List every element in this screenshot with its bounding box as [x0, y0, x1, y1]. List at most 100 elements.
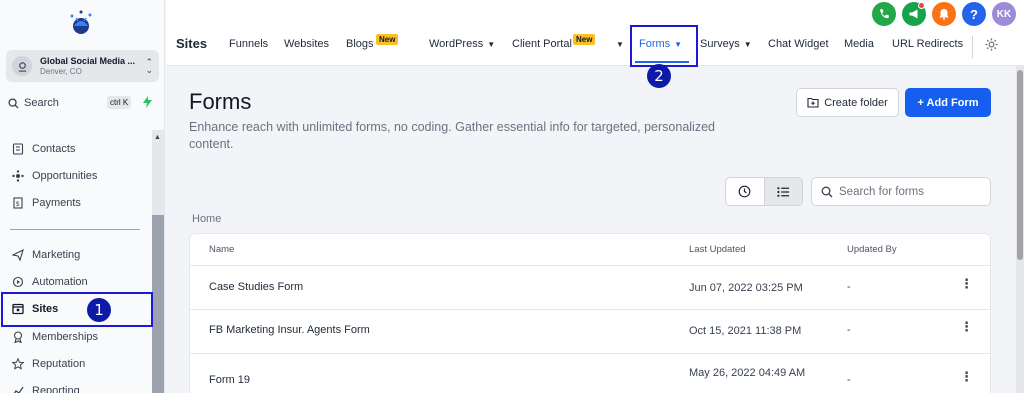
sidebar-item-label: Marketing: [32, 249, 81, 261]
search-label: Search: [24, 97, 59, 109]
sidebar-item-label: Automation: [32, 276, 88, 288]
form-name[interactable]: FB Marketing Insur. Agents Form: [209, 324, 370, 336]
tab-websites[interactable]: Websites: [284, 38, 329, 50]
tab-surveys[interactable]: Surveys ▼: [700, 38, 752, 50]
chevron-down-icon: ▼: [743, 40, 752, 49]
form-name[interactable]: Form 19: [209, 374, 250, 386]
form-last-updated: Oct 15, 2021 11:38 PM: [689, 325, 802, 337]
more-vertical-icon[interactable]: ⋮: [960, 369, 973, 385]
sidebar-item-label: Payments: [32, 197, 81, 209]
create-folder-label: Create folder: [824, 96, 888, 109]
phone-icon[interactable]: [872, 2, 896, 26]
search-forms-input[interactable]: [839, 185, 979, 198]
notification-dot: [918, 2, 925, 9]
form-last-updated: May 26, 2022 04:49 AM: [689, 367, 806, 379]
step-marker-2: 2: [647, 64, 671, 88]
sidebar-item-reporting[interactable]: Reporting: [12, 382, 80, 393]
more-vertical-icon[interactable]: ⋮: [960, 319, 973, 335]
column-header-name[interactable]: Name: [209, 244, 234, 255]
sidebar-scroll-thumb[interactable]: [152, 215, 164, 393]
sidebar-item-opportunities[interactable]: Opportunities: [12, 167, 97, 185]
opportunities-icon: [12, 170, 24, 182]
payments-icon: $: [13, 197, 23, 209]
recent-view-button[interactable]: [726, 178, 764, 205]
memberships-icon: [13, 331, 23, 343]
new-badge: New: [376, 34, 399, 45]
chevron-down-icon[interactable]: ▼: [612, 38, 624, 50]
page-scrollbar[interactable]: [1016, 66, 1024, 393]
account-switcher[interactable]: Global Social Media ... Denver, CO ⌃ ⌄: [6, 50, 159, 82]
table-row[interactable]: Case Studies Form Jun 07, 2022 03:25 PM …: [190, 266, 990, 310]
new-badge: New: [573, 34, 596, 45]
list-view-button[interactable]: [763, 178, 802, 205]
page-title: Forms: [189, 89, 252, 114]
user-avatar[interactable]: KK: [992, 2, 1016, 26]
forms-highlight-box: [630, 25, 698, 67]
table-row[interactable]: Form 19 May 26, 2022 04:49 AM - ⋮: [190, 354, 990, 393]
sidebar-item-label: Reporting: [32, 385, 80, 393]
search-icon: [821, 186, 833, 197]
tab-label: WordPress: [429, 38, 484, 50]
sidebar-item-reputation[interactable]: Reputation: [12, 355, 85, 373]
reporting-icon: [13, 386, 24, 393]
bolt-icon[interactable]: [143, 96, 152, 108]
sidebar: Global Social Media ... Denver, CO ⌃ ⌄ Se…: [0, 0, 165, 393]
sidebar-item-automation[interactable]: Automation: [12, 273, 88, 291]
tab-chat-widget[interactable]: Chat Widget: [768, 38, 829, 50]
bell-icon[interactable]: [932, 2, 956, 26]
sidebar-item-memberships[interactable]: Memberships: [12, 328, 98, 346]
tab-wordpress[interactable]: WordPress ▼: [429, 38, 495, 50]
chevron-down-icon: ▼: [487, 40, 496, 49]
view-toggle: [725, 177, 803, 206]
forms-search[interactable]: [811, 177, 991, 206]
scroll-up-icon[interactable]: ▲: [154, 134, 161, 141]
clock-icon: [738, 185, 751, 198]
megaphone-icon[interactable]: [902, 2, 926, 26]
table-row[interactable]: FB Marketing Insur. Agents Form Oct 15, …: [190, 310, 990, 354]
form-last-updated: Jun 07, 2022 03:25 PM: [689, 282, 803, 294]
sidebar-item-label: Reputation: [32, 358, 86, 370]
sites-highlight-box: [1, 292, 153, 327]
gear-icon[interactable]: [984, 37, 999, 52]
svg-text:$: $: [16, 202, 20, 208]
folder-plus-icon: [807, 97, 819, 108]
list-icon: [777, 186, 789, 197]
contacts-icon: [12, 143, 24, 155]
account-location: Denver, CO: [40, 66, 82, 76]
search-icon: [8, 97, 19, 109]
form-updated-by: -: [847, 281, 851, 293]
tab-funnels[interactable]: Funnels: [229, 38, 268, 50]
company-logo[interactable]: [66, 8, 96, 38]
sidebar-item-label: Opportunities: [32, 170, 98, 182]
tab-media[interactable]: Media: [844, 38, 874, 50]
tab-blogs[interactable]: Blogs: [346, 38, 374, 50]
section-title: Sites: [176, 36, 208, 51]
sidebar-item-marketing[interactable]: Marketing: [12, 246, 80, 264]
form-name[interactable]: Case Studies Form: [209, 281, 303, 293]
create-folder-button[interactable]: Create folder: [796, 88, 899, 117]
page-scroll-thumb[interactable]: [1017, 70, 1023, 260]
add-form-button[interactable]: + Add Form: [905, 88, 991, 117]
location-icon: [12, 56, 32, 76]
sidebar-item-payments[interactable]: $ Payments: [12, 194, 81, 212]
sidebar-item-contacts[interactable]: Contacts: [12, 140, 75, 158]
help-icon[interactable]: ?: [962, 2, 986, 26]
column-header-updated-by[interactable]: Updated By: [847, 244, 897, 255]
form-updated-by: -: [847, 374, 851, 386]
tab-label: Surveys: [700, 38, 740, 50]
tab-separator: [972, 36, 973, 58]
form-updated-by: -: [847, 324, 851, 336]
tab-client-portal[interactable]: Client Portal: [512, 38, 572, 50]
more-vertical-icon[interactable]: ⋮: [960, 276, 973, 292]
marketing-icon: [12, 249, 24, 261]
sidebar-search[interactable]: Search ctrl K: [8, 95, 158, 111]
forms-table: Name Last Updated Updated By Case Studie…: [189, 233, 991, 393]
top-actions: ? KK: [872, 2, 1016, 26]
sidebar-item-label: Memberships: [32, 331, 99, 343]
breadcrumb[interactable]: Home: [192, 213, 221, 225]
tab-url-redirects[interactable]: URL Redirects: [892, 38, 963, 50]
account-name: Global Social Media ...: [40, 55, 136, 66]
page-subtitle: Enhance reach with unlimited forms, no c…: [189, 120, 715, 151]
top-bar: ? KK Sites Funnels Websites Blogs New Wo…: [166, 0, 1024, 66]
column-header-last-updated[interactable]: Last Updated: [689, 244, 746, 255]
